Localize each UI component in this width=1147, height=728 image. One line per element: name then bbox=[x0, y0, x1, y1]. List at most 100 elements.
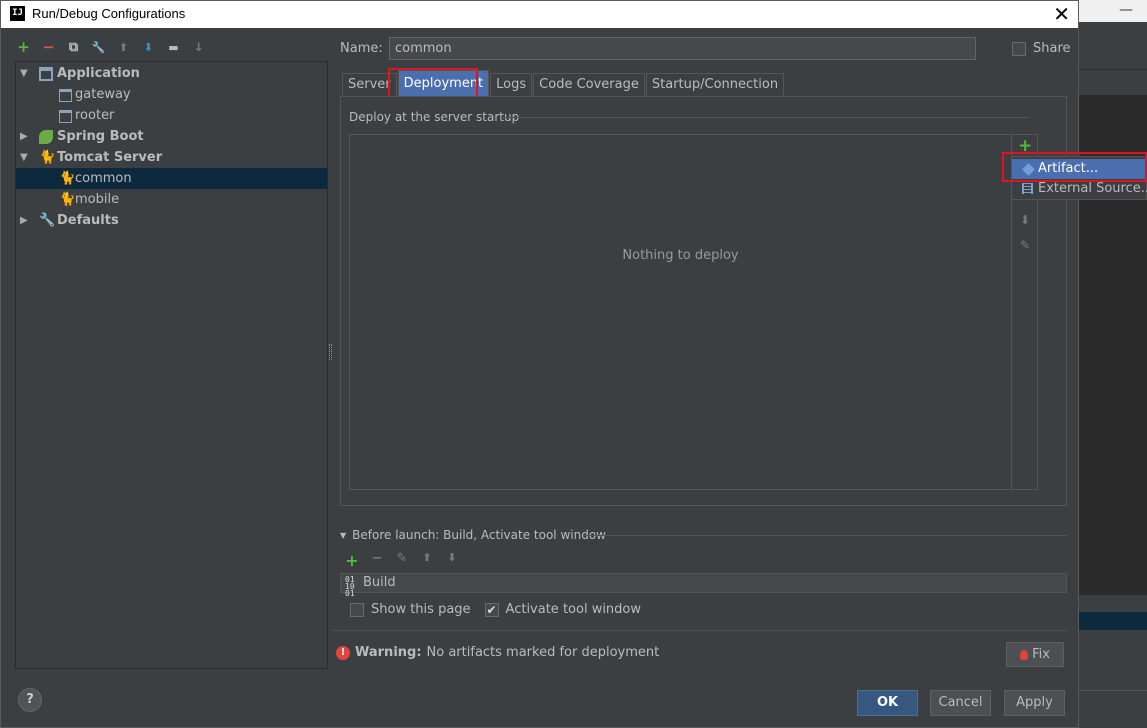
config-tree: ▼ Application gateway rooter ▶ Spring Bo… bbox=[15, 61, 328, 669]
remove-config-icon[interactable]: − bbox=[40, 38, 57, 56]
add-task-icon[interactable]: + bbox=[344, 551, 360, 570]
warning-title: Warning: bbox=[355, 645, 422, 660]
activate-checkbox-box[interactable]: ✔ bbox=[484, 602, 499, 617]
background-toolbar bbox=[1079, 40, 1147, 70]
tree-item-label: Spring Boot bbox=[57, 129, 144, 144]
move-up-icon[interactable]: ⬆ bbox=[419, 551, 435, 570]
deploy-list[interactable] bbox=[349, 134, 1012, 490]
dialog-titlebar: IJ Run/Debug Configurations ✕ bbox=[1, 1, 1078, 28]
background-selection-strip bbox=[1079, 612, 1147, 630]
name-label: Name: bbox=[340, 41, 383, 56]
tree-item-label: mobile bbox=[75, 192, 120, 207]
share-checkbox-box[interactable] bbox=[1012, 41, 1026, 56]
move-down-icon[interactable]: ⬇ bbox=[1018, 213, 1032, 227]
defaults-wrench-icon: 🔧 bbox=[39, 213, 56, 228]
build-binary-icon: 01 10 01 bbox=[345, 575, 355, 598]
run-debug-dialog: IJ Run/Debug Configurations ✕ + − ⧉ 🔧 ⬆ … bbox=[0, 0, 1079, 728]
tree-item-label: Application bbox=[57, 66, 140, 81]
tree-item-application[interactable]: ▼ Application bbox=[16, 63, 327, 84]
cancel-button[interactable]: Cancel bbox=[930, 690, 991, 716]
fix-button[interactable]: Fix bbox=[1006, 642, 1064, 667]
name-input[interactable] bbox=[389, 37, 976, 60]
before-launch-toolbar: + − ✎ ⬆ ⬇ bbox=[344, 551, 460, 570]
add-config-icon[interactable]: + bbox=[15, 38, 32, 56]
move-down-icon[interactable]: ⬇ bbox=[140, 39, 157, 56]
fix-label: Fix bbox=[1032, 647, 1050, 662]
error-icon: ! bbox=[336, 645, 350, 660]
tomcat-config-icon: 🐈 bbox=[59, 171, 76, 186]
dialog-title: Run/Debug Configurations bbox=[32, 6, 186, 21]
intellij-icon: IJ bbox=[10, 6, 25, 21]
tree-item-label: Tomcat Server bbox=[57, 150, 163, 165]
empty-state-text: Nothing to deploy bbox=[622, 248, 739, 263]
show-page-checkbox-box[interactable] bbox=[350, 602, 364, 617]
before-launch-options: Show this page ✔ Activate tool window bbox=[350, 602, 641, 617]
edit-pencil-icon[interactable]: ✎ bbox=[1018, 238, 1032, 252]
menu-item-label: External Source... bbox=[1038, 181, 1147, 196]
remove-task-icon[interactable]: − bbox=[369, 551, 385, 570]
ok-button[interactable]: OK bbox=[857, 690, 918, 716]
tree-item-spring-boot[interactable]: ▶ Spring Boot bbox=[16, 126, 327, 147]
list-item-label: Build bbox=[363, 575, 396, 590]
tomcat-icon: 🐈 bbox=[39, 150, 56, 165]
tab-code-coverage[interactable]: Code Coverage bbox=[533, 73, 645, 96]
activate-tool-window-checkbox[interactable]: ✔ Activate tool window bbox=[484, 602, 642, 617]
section-divider bbox=[501, 117, 1029, 118]
minimize-icon: — bbox=[1119, 2, 1133, 18]
footer-divider bbox=[332, 630, 1067, 631]
background-statusbar bbox=[1079, 690, 1147, 728]
tree-item-label: gateway bbox=[75, 87, 131, 102]
tomcat-config-icon: 🐈 bbox=[59, 192, 76, 207]
tree-item-defaults[interactable]: ▶ 🔧 Defaults bbox=[16, 210, 327, 231]
share-checkbox[interactable]: Share bbox=[1012, 41, 1071, 56]
lightbulb-icon bbox=[1020, 649, 1029, 660]
expand-arrow-icon[interactable]: ▼ bbox=[20, 147, 28, 168]
tab-startup-connection[interactable]: Startup/Connection bbox=[645, 73, 785, 96]
move-up-icon[interactable]: ⬆ bbox=[115, 39, 132, 56]
section-divider bbox=[583, 535, 1067, 536]
config-tabs: Server Deployment Logs Code Coverage Sta… bbox=[342, 70, 785, 96]
show-page-checkbox[interactable]: Show this page bbox=[350, 602, 471, 617]
add-deployment-popup: Artifact... External Source... bbox=[1011, 156, 1147, 200]
config-toolbar: + − ⧉ 🔧 ⬆ ⬇ ▬ ↓ bbox=[15, 37, 207, 57]
close-icon[interactable]: ✕ bbox=[1053, 2, 1070, 26]
tab-server[interactable]: Server bbox=[342, 73, 397, 96]
application-config-icon bbox=[59, 110, 72, 123]
warning-text: No artifacts marked for deployment bbox=[426, 645, 660, 660]
help-button[interactable]: ? bbox=[18, 688, 42, 712]
apply-button[interactable]: Apply bbox=[1004, 690, 1065, 716]
tree-item-mobile[interactable]: 🐈 mobile bbox=[16, 189, 327, 210]
tab-logs[interactable]: Logs bbox=[490, 73, 533, 96]
collapse-arrow-icon[interactable]: ▶ bbox=[20, 126, 28, 147]
tree-item-tomcat-server[interactable]: ▼ 🐈 Tomcat Server bbox=[16, 147, 327, 168]
collapse-arrow-icon[interactable]: ▶ bbox=[20, 210, 28, 231]
tree-item-gateway[interactable]: gateway bbox=[16, 84, 327, 105]
collapse-triangle-icon[interactable]: ▼ bbox=[340, 531, 346, 540]
copy-config-icon[interactable]: ⧉ bbox=[65, 39, 82, 56]
share-label: Share bbox=[1033, 41, 1071, 56]
tree-item-rooter[interactable]: rooter bbox=[16, 105, 327, 126]
add-deploy-icon[interactable]: + bbox=[1018, 136, 1032, 156]
list-item[interactable]: 01 10 01 Build bbox=[345, 574, 1066, 598]
splitter-handle[interactable] bbox=[329, 344, 332, 360]
tree-item-label: rooter bbox=[75, 108, 115, 123]
move-down-icon[interactable]: ⬇ bbox=[444, 551, 460, 570]
menu-item-artifact[interactable]: Artifact... bbox=[1012, 159, 1147, 179]
tab-deployment[interactable]: Deployment bbox=[397, 70, 490, 96]
sort-icon[interactable]: ↓ bbox=[190, 39, 207, 56]
before-launch-title: Before launch: Build, Activate tool wind… bbox=[352, 528, 606, 542]
warning-message: ! Warning: No artifacts marked for deplo… bbox=[336, 645, 659, 660]
folder-icon[interactable]: ▬ bbox=[165, 39, 182, 56]
menu-item-label: Artifact... bbox=[1038, 161, 1099, 176]
edit-defaults-icon[interactable]: 🔧 bbox=[90, 39, 107, 56]
before-launch-header[interactable]: ▼ Before launch: Build, Activate tool wi… bbox=[340, 528, 606, 542]
background-ide-window: — bbox=[1079, 0, 1147, 728]
edit-task-icon[interactable]: ✎ bbox=[394, 551, 410, 570]
menu-item-external-source[interactable]: External Source... bbox=[1012, 179, 1147, 199]
artifact-icon bbox=[1022, 163, 1035, 176]
activate-label: Activate tool window bbox=[505, 602, 642, 617]
expand-arrow-icon[interactable]: ▼ bbox=[20, 63, 28, 84]
tree-item-label: common bbox=[75, 171, 132, 186]
deploy-section-title: Deploy at the server startup bbox=[349, 110, 520, 124]
tree-item-common[interactable]: 🐈 common bbox=[16, 168, 327, 189]
